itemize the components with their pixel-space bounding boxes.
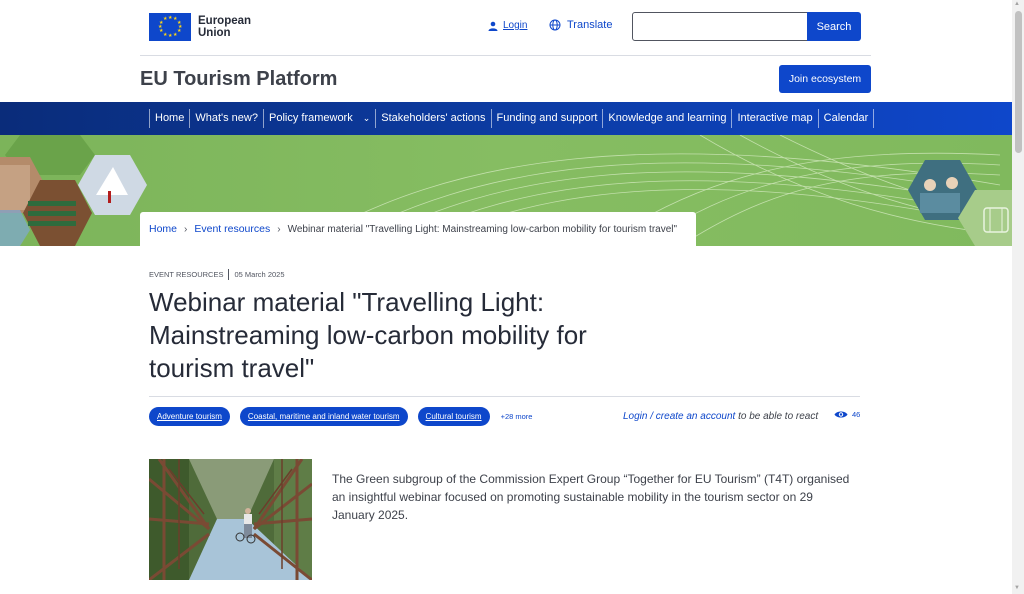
- search-button[interactable]: Search: [807, 12, 861, 41]
- nav-label: Knowledge and learning: [608, 112, 727, 124]
- scroll-down-arrow-icon[interactable]: ▼: [1014, 585, 1020, 591]
- breadcrumb: Home › Event resources › Webinar materia…: [140, 212, 696, 246]
- nav-item-whats-new[interactable]: What's new?: [189, 109, 263, 128]
- meta-divider: [228, 269, 230, 280]
- chevron-right-icon: ›: [277, 223, 281, 235]
- translate-button[interactable]: Translate: [549, 19, 612, 31]
- login-create-account-link[interactable]: Login / create an account: [623, 411, 735, 422]
- nav-item-funding-support[interactable]: Funding and support: [490, 109, 603, 128]
- eu-flag-icon: ★ ★ ★ ★ ★ ★ ★ ★ ★ ★ ★ ★: [149, 13, 191, 41]
- translate-label: Translate: [567, 19, 613, 31]
- nav-label: What's new?: [195, 112, 258, 124]
- nav-label: Stakeholders' actions: [381, 112, 486, 124]
- react-suffix: to be able to react: [735, 411, 819, 422]
- main-nav: Home What's new? Policy framework ⌄ Stake…: [0, 102, 1012, 135]
- article-image: [149, 459, 312, 580]
- nav-item-calendar[interactable]: Calendar: [817, 109, 875, 128]
- article-intro: The Green subgroup of the Commission Exp…: [332, 472, 850, 522]
- tag-adventure-tourism[interactable]: Adventure tourism: [149, 407, 230, 426]
- scroll-up-arrow-icon[interactable]: ▲: [1014, 1, 1020, 7]
- title-divider: [149, 396, 860, 397]
- join-ecosystem-button[interactable]: Join ecosystem: [779, 65, 871, 93]
- scrollbar-thumb[interactable]: [1015, 11, 1022, 153]
- site-title[interactable]: EU Tourism Platform: [140, 68, 337, 91]
- nav-label: Funding and support: [496, 112, 598, 124]
- more-tags-link[interactable]: +28 more: [501, 412, 533, 421]
- user-icon: [488, 21, 498, 31]
- breadcrumb-home[interactable]: Home: [149, 223, 177, 235]
- eu-logo-text: European Union: [198, 15, 251, 39]
- nav-label: Policy framework: [268, 112, 353, 124]
- search-input[interactable]: [632, 12, 808, 41]
- nav-item-interactive-map[interactable]: Interactive map: [731, 109, 817, 128]
- login-link[interactable]: Login: [488, 20, 527, 31]
- nav-label: Calendar: [823, 112, 869, 124]
- article-category: EVENT RESOURCES: [149, 270, 224, 279]
- view-count: 46: [834, 410, 860, 419]
- nav-label: Home: [155, 112, 185, 124]
- tag-coastal-maritime-inland[interactable]: Coastal, maritime and inland water touri…: [239, 407, 408, 426]
- breadcrumb-event-resources[interactable]: Event resources: [194, 223, 270, 235]
- eye-icon: [834, 411, 848, 418]
- eu-logo-line1: European: [198, 15, 252, 27]
- nav-item-home[interactable]: Home: [149, 109, 189, 128]
- top-bar: ★ ★ ★ ★ ★ ★ ★ ★ ★ ★ ★ ★ European Union L…: [0, 0, 1012, 56]
- page-title: Webinar material "Travelling Light: Main…: [149, 287, 587, 383]
- nav-item-stakeholders-actions[interactable]: Stakeholders' actions: [375, 109, 490, 128]
- login-label: Login: [503, 20, 528, 31]
- react-prompt: Login / create an account to be able to …: [623, 411, 818, 422]
- nav-item-knowledge-learning[interactable]: Knowledge and learning: [602, 109, 731, 128]
- article-meta: EVENT RESOURCES 05 March 2025: [149, 269, 285, 280]
- nav-item-policy-framework[interactable]: Policy framework ⌄: [262, 109, 375, 128]
- tag-cultural-tourism[interactable]: Cultural tourism: [417, 407, 490, 426]
- nav-label: Interactive map: [737, 112, 813, 124]
- article-date: 05 March 2025: [234, 270, 285, 279]
- header-divider: [140, 55, 871, 56]
- breadcrumb-current: Webinar material "Travelling Light: Main…: [287, 223, 678, 235]
- view-count-value: 46: [852, 410, 861, 419]
- chevron-right-icon: ›: [184, 223, 188, 235]
- eu-logo-line2: Union: [198, 27, 231, 39]
- globe-icon: [549, 19, 561, 31]
- eu-logo[interactable]: ★ ★ ★ ★ ★ ★ ★ ★ ★ ★ ★ ★ European Union: [149, 13, 251, 41]
- tag-list: Adventure tourism Coastal, maritime and …: [149, 407, 532, 426]
- chevron-down-icon: ⌄: [362, 113, 371, 123]
